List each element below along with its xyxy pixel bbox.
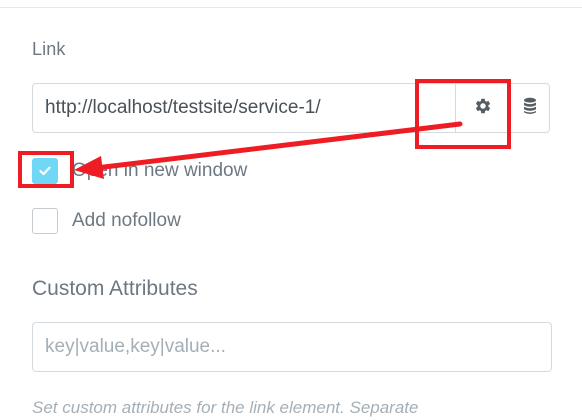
custom-attributes-label: Custom Attributes: [32, 277, 198, 300]
link-url-control: [32, 83, 550, 133]
link-label: Link: [32, 39, 66, 59]
section-divider: [0, 7, 582, 8]
custom-attributes-input[interactable]: [32, 322, 552, 372]
add-nofollow-checkbox[interactable]: [32, 208, 58, 234]
add-nofollow-label: Add nofollow: [72, 210, 181, 231]
check-icon: [39, 166, 51, 176]
dynamic-tags-button[interactable]: [510, 84, 549, 132]
custom-attributes-description: Set custom attributes for the link eleme…: [32, 398, 419, 417]
gear-icon: [474, 97, 492, 120]
link-url-input[interactable]: [33, 84, 455, 132]
open-in-new-window-label: Open in new window: [72, 160, 248, 181]
database-icon: [523, 97, 537, 120]
link-options-button[interactable]: [455, 84, 510, 132]
open-in-new-window-option[interactable]: Open in new window: [32, 158, 247, 184]
add-nofollow-option[interactable]: Add nofollow: [32, 208, 181, 234]
open-in-new-window-checkbox[interactable]: [32, 158, 58, 184]
